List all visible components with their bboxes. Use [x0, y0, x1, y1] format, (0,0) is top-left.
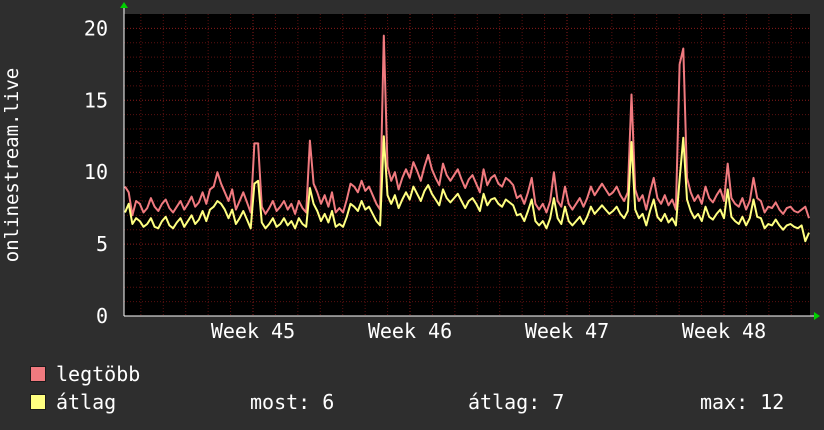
stat-max-value: 12: [760, 390, 785, 414]
x-axis-arrow-icon: [814, 312, 820, 320]
y-axis-label: onlinestream.live: [1, 68, 23, 262]
plot-area: [124, 14, 810, 316]
legend-item-avg: átlag: [30, 390, 116, 414]
x-tick-label: Week 47: [525, 319, 609, 343]
x-tick-label: Week 48: [682, 319, 766, 343]
legend-label-max: legtöbb: [56, 362, 141, 386]
x-tick-label: Week 45: [211, 319, 295, 343]
y-tick-label: 20: [84, 16, 108, 40]
x-axis-ticks: Week 45 Week 46 Week 47 Week 48: [211, 319, 766, 343]
stat-avg: átlag: 7: [468, 390, 564, 414]
stat-avg-label: átlag:: [468, 390, 541, 414]
legend-label-avg: átlag: [56, 390, 117, 414]
legend-item-max: legtöbb: [30, 362, 140, 386]
y-tick-label: 0: [96, 304, 108, 328]
stat-max-label: max:: [700, 390, 749, 414]
legend-swatch-max: [30, 366, 46, 382]
y-tick-label: 10: [84, 160, 108, 184]
y-tick-label: 5: [96, 232, 108, 256]
y-tick-label: 15: [84, 88, 108, 112]
chart-canvas: 0 5 10 15 20 Week 45 Week 46 Week 47 Week 48 on…: [1, 2, 820, 343]
stat-now: most: 6: [250, 390, 334, 414]
y-axis-arrow-icon: [120, 2, 128, 8]
stat-max: max: 12: [700, 390, 784, 414]
stat-now-value: 6: [322, 390, 335, 414]
rrd-graph: 0 5 10 15 20 Week 45 Week 46 Week 47 Week 48 on…: [0, 0, 824, 430]
stat-now-label: most:: [250, 390, 311, 414]
legend-swatch-avg: [30, 394, 46, 410]
x-tick-label: Week 46: [368, 319, 452, 343]
y-axis-ticks: 0 5 10 15 20: [84, 16, 108, 328]
stat-avg-value: 7: [552, 390, 565, 414]
